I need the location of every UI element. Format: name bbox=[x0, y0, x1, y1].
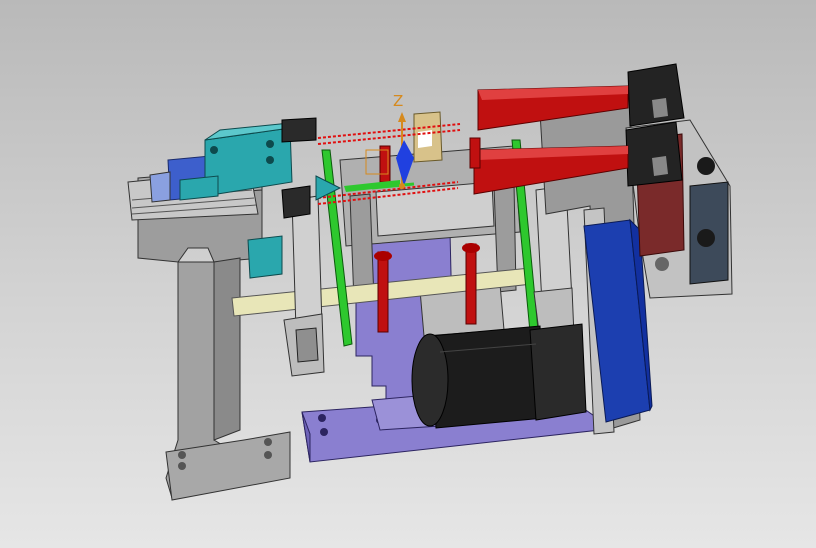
assembly-model[interactable] bbox=[0, 0, 816, 548]
left-vertical-actuator[interactable] bbox=[282, 186, 324, 376]
z-axis-label: Z bbox=[393, 92, 404, 110]
stepper-motor[interactable] bbox=[412, 324, 586, 428]
cad-3d-viewport[interactable]: Z bbox=[0, 0, 816, 548]
black-top-blocks[interactable] bbox=[626, 64, 684, 186]
tan-slider-block[interactable] bbox=[414, 112, 442, 162]
